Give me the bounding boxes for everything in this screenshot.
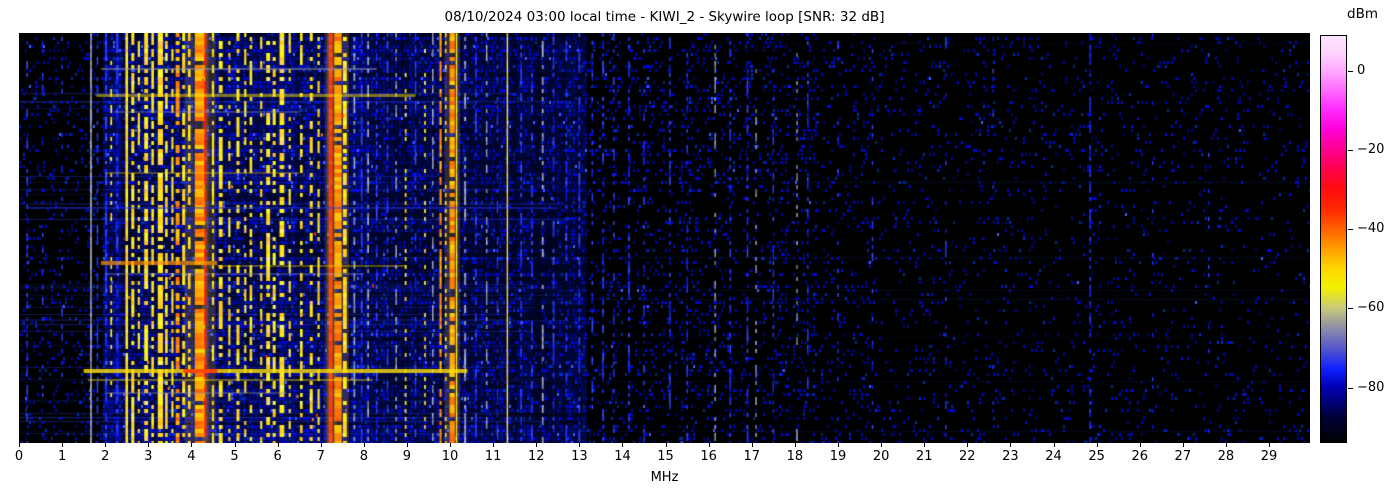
x-tick-mark (363, 443, 365, 447)
colorbar-tick-mark (1348, 388, 1353, 389)
x-tick-mark (967, 443, 969, 447)
x-tick-label: 28 (1217, 449, 1235, 464)
x-tick-label: 23 (1002, 449, 1019, 464)
x-tick-label: 9 (402, 449, 412, 464)
x-tick-mark (1053, 443, 1055, 447)
x-tick-mark (665, 443, 667, 447)
colorbar (1320, 35, 1347, 443)
x-tick-label: 26 (1131, 449, 1148, 464)
x-tick-mark (622, 443, 624, 447)
x-tick-mark (1139, 443, 1141, 447)
x-tick-label: 4 (187, 449, 196, 464)
x-tick-mark (751, 443, 753, 447)
x-tick-label: 29 (1260, 449, 1278, 464)
x-tick-label: 25 (1088, 449, 1105, 464)
x-tick-label: 10 (441, 449, 459, 464)
x-tick-mark (191, 443, 193, 447)
colorbar-tick-label: −80 (1357, 380, 1385, 395)
x-tick-label: 3 (144, 449, 153, 464)
x-tick-label: 6 (273, 449, 282, 464)
x-tick-mark (148, 443, 150, 447)
x-tick-mark (794, 443, 796, 447)
x-axis-label: MHz (650, 470, 679, 485)
x-tick-label: 13 (571, 449, 588, 464)
x-tick-label: 14 (614, 449, 631, 464)
colorbar-gradient (1321, 36, 1346, 442)
spectrogram-canvas (19, 33, 1310, 443)
x-tick-label: 16 (700, 449, 717, 464)
colorbar-tick-label: 0 (1357, 63, 1366, 78)
x-tick-mark (1269, 443, 1271, 447)
x-tick-label: 12 (527, 449, 545, 464)
x-tick-label: 17 (743, 449, 761, 464)
spectrogram-figure: 08/10/2024 03:00 local time - KIWI_2 - S… (0, 0, 1400, 500)
colorbar-label: dBm (1347, 6, 1378, 22)
x-tick-mark (277, 443, 279, 447)
x-tick-mark (406, 443, 408, 447)
x-tick-mark (1225, 443, 1227, 447)
x-tick-mark (579, 443, 581, 447)
x-tick-label: 1 (57, 449, 67, 464)
colorbar-tick-label: −20 (1357, 142, 1385, 157)
colorbar-tick-label: −60 (1357, 300, 1385, 315)
x-tick-mark (924, 443, 926, 447)
x-tick-mark (19, 443, 20, 447)
chart-title: 08/10/2024 03:00 local time - KIWI_2 - S… (444, 9, 885, 25)
x-tick-mark (105, 443, 107, 447)
colorbar-tick-mark (1348, 71, 1353, 72)
x-tick-label: 22 (959, 449, 976, 464)
x-tick-mark (320, 443, 322, 447)
x-tick-label: 7 (316, 449, 325, 464)
x-tick-label: 19 (829, 449, 847, 464)
colorbar-tick-mark (1348, 150, 1353, 151)
x-tick-label: 21 (915, 449, 933, 464)
x-tick-mark (493, 443, 495, 447)
x-tick-mark (1182, 443, 1184, 447)
x-tick-label: 20 (872, 449, 890, 464)
x-tick-mark (881, 443, 883, 447)
x-tick-label: 0 (14, 449, 24, 464)
x-tick-label: 27 (1174, 449, 1192, 464)
colorbar-tick-label: −40 (1357, 221, 1385, 236)
x-tick-label: 15 (657, 449, 674, 464)
x-tick-mark (536, 443, 538, 447)
x-tick-label: 18 (786, 449, 804, 464)
x-tick-label: 24 (1045, 449, 1062, 464)
x-tick-mark (1010, 443, 1012, 447)
x-tick-mark (450, 443, 452, 447)
x-tick-label: 5 (230, 449, 239, 464)
x-tick-mark (234, 443, 236, 447)
x-tick-label: 11 (484, 449, 502, 464)
x-tick-label: 8 (359, 449, 368, 464)
x-tick-mark (708, 443, 710, 447)
colorbar-tick-mark (1348, 308, 1353, 309)
x-tick-mark (1096, 443, 1098, 447)
x-tick-mark (837, 443, 839, 447)
x-tick-mark (62, 443, 64, 447)
x-tick-label: 2 (101, 449, 110, 464)
colorbar-tick-mark (1348, 229, 1353, 230)
